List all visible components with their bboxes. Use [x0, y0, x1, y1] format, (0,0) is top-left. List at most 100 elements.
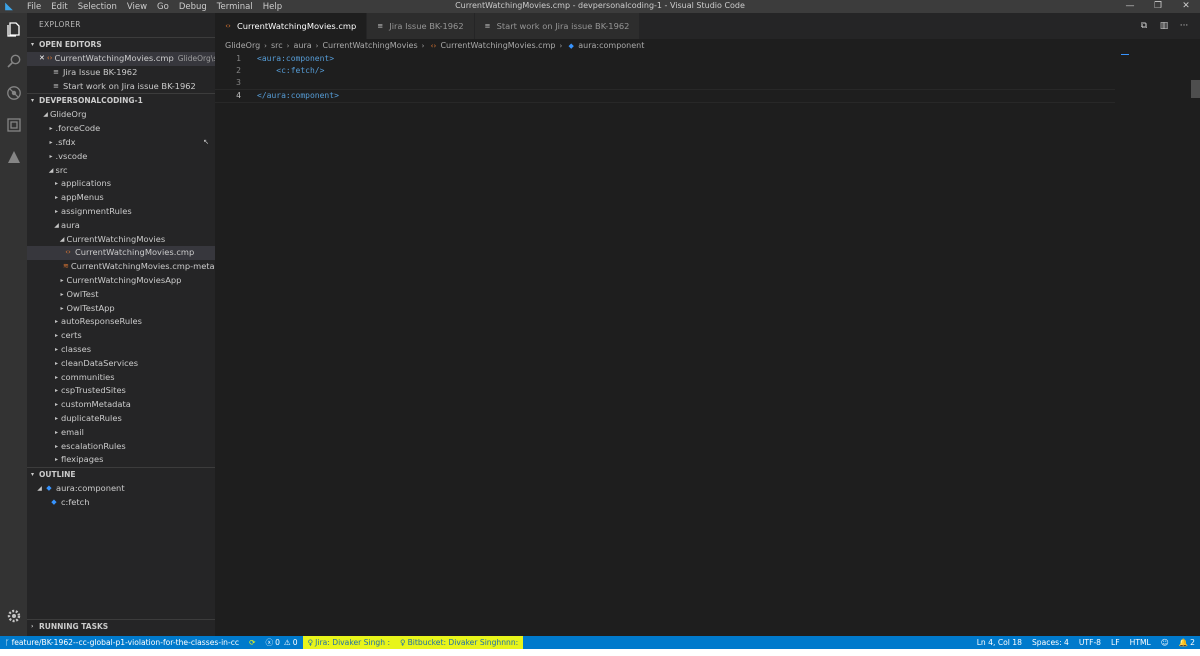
tree-item[interactable]: ▸ customMetadata — [27, 398, 215, 412]
code-editor[interactable]: 1 <aura:component> 2 <c:fetch/> 3 4 </aura:co… — [215, 52, 1200, 636]
tree-item[interactable]: ◢ src — [27, 164, 215, 178]
outline-item[interactable]: ◆ c:fetch — [27, 496, 215, 510]
tree-item[interactable]: ▸ CurrentWatchingMoviesApp — [27, 274, 215, 288]
tree-item[interactable]: ◢ GlideOrg — [27, 108, 215, 122]
chevron-right-icon: › — [559, 41, 563, 50]
notifications-status[interactable]: 🔔 2 — [1174, 636, 1200, 649]
eol-status[interactable]: LF — [1106, 636, 1125, 649]
more-actions-icon[interactable]: ▥ — [1154, 21, 1174, 31]
tree-item[interactable]: ▸ assignmentRules — [27, 205, 215, 219]
menu-terminal[interactable]: Terminal — [212, 2, 258, 12]
tree-item[interactable]: ▸ .sfdx ↖ — [27, 136, 215, 150]
tree-label: CurrentWatchingMovies.cmp-meta.xml — [70, 261, 215, 272]
tree-item[interactable]: ◢ aura — [27, 219, 215, 233]
code-token: <aura:component> — [257, 54, 335, 63]
tab-3[interactable]: ≡ Start work on Jira issue BK-1962 — [474, 13, 641, 39]
close-icon[interactable]: ✕ — [39, 52, 45, 66]
open-editor-item[interactable]: ✕‹›CurrentWatchingMovies.cmpGlideOrg\sr.… — [27, 52, 215, 66]
close-button[interactable]: ✕ — [1172, 0, 1200, 13]
menu-file[interactable]: File — [22, 2, 46, 12]
open-editors-header[interactable]: ▾ OPEN EDITORS — [27, 37, 215, 52]
no-bugs-icon[interactable] — [0, 77, 27, 109]
open-editor-item[interactable]: ≡ Jira Issue BK-1962 — [27, 66, 215, 80]
editor-scrollbar[interactable] — [1191, 80, 1200, 600]
breadcrumb-item[interactable]: aura:component — [578, 41, 644, 50]
tab-label: CurrentWatchingMovies.cmp — [237, 21, 357, 31]
workspace-header[interactable]: ▾ DEVPERSONALCODING-1 — [27, 93, 215, 108]
explorer-icon[interactable] — [0, 13, 27, 45]
breadcrumb-item[interactable]: CurrentWatchingMovies — [322, 41, 417, 50]
code-line: 4 </aura:component> — [215, 89, 1115, 103]
menu-debug[interactable]: Debug — [174, 2, 212, 12]
jira-status[interactable]: ♀ Jira: Divaker Singh : — [302, 636, 396, 649]
line-number: 4 — [236, 91, 241, 100]
split-editor-icon[interactable]: ⧉ — [1134, 21, 1154, 31]
menu-selection[interactable]: Selection — [73, 2, 122, 12]
tree-label: .sfdx — [55, 136, 76, 147]
tree-item[interactable]: ‹› CurrentWatchingMovies.cmp — [27, 246, 215, 261]
encoding-status[interactable]: UTF-8 — [1074, 636, 1106, 649]
tree-item[interactable]: ▸ OwlTestApp — [27, 302, 215, 316]
tree-item[interactable]: ▸ flexipages — [27, 453, 215, 467]
feedback-icon[interactable]: ☺ — [1156, 636, 1174, 649]
tree-item[interactable]: ▸ duplicateRules — [27, 412, 215, 426]
tree-item[interactable]: ▸ escalationRules — [27, 440, 215, 454]
tree-item[interactable]: ▸ .vscode — [27, 150, 215, 164]
open-editor-item[interactable]: ≡ Start work on Jira issue BK-1962 — [27, 80, 215, 94]
chevron-right-icon: ▸ — [54, 332, 58, 340]
tree-item[interactable]: ▸ appMenus — [27, 191, 215, 205]
bitbucket-status[interactable]: ♀ Bitbucket: Divaker Singhnnn: — [395, 636, 524, 649]
menu-go[interactable]: Go — [152, 2, 174, 12]
line-number: 3 — [236, 78, 241, 87]
maximize-button[interactable]: ❐ — [1144, 0, 1172, 13]
breadcrumb-item[interactable]: aura — [293, 41, 311, 50]
open-editors-list: ✕‹›CurrentWatchingMovies.cmpGlideOrg\sr.… — [27, 52, 215, 93]
indentation-status[interactable]: Spaces: 4 — [1027, 636, 1074, 649]
editor-actions: ⧉ ▥ ··· — [1134, 13, 1200, 39]
code-file-icon: ‹› — [225, 22, 231, 30]
outline-header[interactable]: ▾ OUTLINE — [27, 467, 215, 482]
gear-icon[interactable] — [0, 600, 27, 632]
tree-item[interactable]: ▸ email — [27, 426, 215, 440]
tab-2[interactable]: ≡ Jira Issue BK-1962 — [367, 13, 475, 39]
problems-status[interactable]: ⓧ 0 ⚠ 0 — [260, 636, 302, 649]
sync-status[interactable]: ⟳ — [244, 636, 260, 649]
scrollbar-thumb[interactable] — [1191, 80, 1200, 98]
tab-1[interactable]: ‹› CurrentWatchingMovies.cmp — [215, 13, 368, 39]
extensions-icon[interactable] — [0, 109, 27, 141]
tree-item[interactable]: ▸ cleanDataServices — [27, 357, 215, 371]
ellipsis-icon[interactable]: ··· — [1174, 21, 1194, 31]
tree-label: CurrentWatchingMovies — [66, 233, 166, 244]
tree-label: appMenus — [61, 192, 104, 203]
breadcrumb-item[interactable]: src — [271, 41, 283, 50]
branch-status[interactable]: ᚴ feature/BK-1962--cc-global-p1-violatio… — [0, 636, 244, 649]
tree-item[interactable]: ◢ CurrentWatchingMovies — [27, 233, 215, 247]
tree-item[interactable]: ▸ OwlTest — [27, 288, 215, 302]
tree-item[interactable]: ▸ applications — [27, 177, 215, 191]
file-tree: ◢ GlideOrg ▸ .forceCode ▸ .sfdx ↖ ▸ .vscode ◢ src ▸… — [27, 108, 215, 467]
chevron-right-icon: ▸ — [60, 304, 64, 312]
tree-item[interactable]: ▸ certs — [27, 329, 215, 343]
cursor-position[interactable]: Ln 4, Col 18 — [972, 636, 1027, 649]
menu-view[interactable]: View — [122, 2, 152, 12]
breadcrumb-item[interactable]: CurrentWatchingMovies.cmp — [440, 41, 555, 50]
chevron-right-icon: ▸ — [54, 456, 58, 464]
document-icon: ≡ — [53, 67, 59, 76]
tree-item[interactable]: ▸ cspTrustedSites — [27, 384, 215, 398]
tree-item[interactable]: ▸ autoResponseRules — [27, 315, 215, 329]
tree-item[interactable]: ▸ .forceCode — [27, 122, 215, 136]
salesforce-icon[interactable] — [0, 141, 27, 173]
search-icon[interactable] — [0, 45, 27, 77]
minimize-button[interactable]: — — [1116, 0, 1144, 13]
menu-edit[interactable]: Edit — [46, 2, 72, 12]
tree-item[interactable]: ▸ classes — [27, 343, 215, 357]
running-tasks-header[interactable]: › RUNNING TASKS — [27, 619, 215, 634]
chevron-right-icon: › — [315, 41, 319, 50]
tree-item[interactable]: ▸ communities — [27, 371, 215, 385]
language-mode[interactable]: HTML — [1125, 636, 1156, 649]
tree-item[interactable]: ≋CurrentWatchingMovies.cmp-meta.xml — [27, 260, 215, 274]
outline-item[interactable]: ◢ ◆ aura:component — [27, 482, 215, 496]
menu-help[interactable]: Help — [258, 2, 287, 12]
breadcrumb-item[interactable]: GlideOrg — [225, 41, 260, 50]
chevron-right-icon: ▸ — [54, 442, 58, 450]
